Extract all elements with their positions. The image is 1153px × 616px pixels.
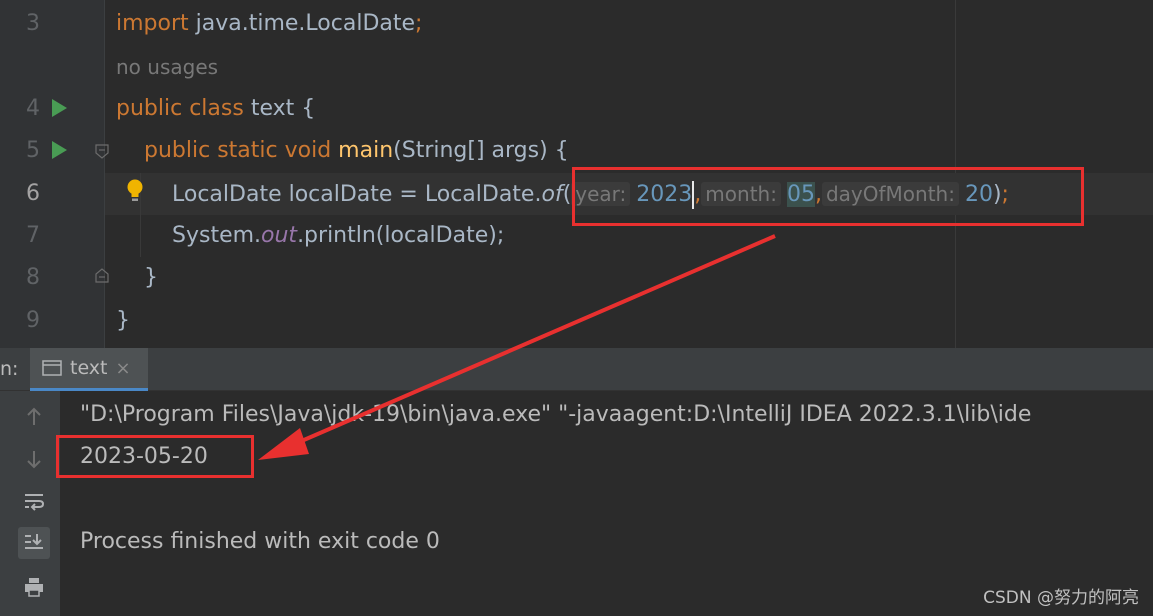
run-tab-bar: n: text × <box>0 348 1153 391</box>
open-paren: ( <box>562 182 572 207</box>
run-toolbar <box>0 391 60 616</box>
run-tab-text[interactable]: text × <box>30 348 148 391</box>
fold-start-icon[interactable] <box>94 143 110 159</box>
fold-end-icon[interactable] <box>94 268 110 284</box>
run-class-icon[interactable] <box>52 99 67 117</box>
watermark: CSDN @努力的阿亮 <box>983 588 1139 608</box>
scroll-to-end-button[interactable] <box>18 527 50 559</box>
console-exit-line: Process finished with exit code 0 <box>80 529 440 554</box>
console-command-line: "D:\Program Files\Java\jdk-19\bin\java.e… <box>80 402 1032 427</box>
out-field: out <box>261 223 298 248</box>
code-line-4[interactable]: public class text { <box>116 88 315 130</box>
code-line-8[interactable]: } <box>144 257 158 299</box>
line-number-9: 9 <box>26 308 40 333</box>
scroll-up-button[interactable] <box>18 401 50 433</box>
console-icon <box>42 360 62 376</box>
line-number-6: 6 <box>26 181 40 206</box>
keyword-static: static <box>217 138 278 163</box>
keyword-public: public <box>144 138 211 163</box>
system-class: System. <box>172 223 262 248</box>
run-tab-label: text <box>70 357 108 379</box>
keyword-import: import <box>116 11 189 36</box>
semicolon: ; <box>415 11 423 36</box>
scroll-to-end-icon <box>25 534 43 549</box>
method-name: main <box>338 138 394 163</box>
line-number-5: 5 <box>26 138 40 163</box>
keyword-class: class <box>189 96 244 121</box>
line-number-3: 3 <box>26 11 40 36</box>
keyword-void: void <box>284 138 332 163</box>
line-number-8: 8 <box>26 265 40 290</box>
println-call: .println(localDate); <box>297 223 505 248</box>
class-name: text { <box>243 96 316 121</box>
line-number-7: 7 <box>26 223 40 248</box>
soft-wrap-button[interactable] <box>18 485 50 517</box>
arrow-up-icon <box>27 407 41 425</box>
close-icon[interactable]: × <box>116 358 131 379</box>
annotation-box-arguments <box>572 167 1084 226</box>
tool-window-label: n: <box>0 358 19 380</box>
lightbulb-icon[interactable] <box>126 178 144 204</box>
localdate-declaration: LocalDate localDate = LocalDate. <box>172 182 542 207</box>
printer-icon <box>25 578 43 597</box>
scroll-down-button[interactable] <box>18 443 50 475</box>
keyword-public: public <box>116 96 183 121</box>
method-signature: (String[] args) { <box>393 138 569 163</box>
run-tool-window: n: text × "D:\Program Files\Java\jdk-19\… <box>0 348 1153 616</box>
run-main-icon[interactable] <box>52 141 67 159</box>
code-line-5[interactable]: public static void main(String[] args) { <box>144 130 569 172</box>
code-line-7[interactable]: System.out.println(localDate); <box>172 215 504 257</box>
line-number-4: 4 <box>26 96 40 121</box>
print-button[interactable] <box>18 571 50 603</box>
arrow-down-icon <box>27 451 41 469</box>
code-line-9[interactable]: } <box>116 300 130 342</box>
import-path: java.time.LocalDate <box>188 11 416 36</box>
soft-wrap-icon <box>25 494 45 511</box>
usages-inlay[interactable]: no usages <box>116 46 218 88</box>
code-line-3[interactable]: import java.time.LocalDate; <box>116 3 422 45</box>
annotation-box-output <box>56 435 254 478</box>
method-of: of <box>541 182 563 207</box>
